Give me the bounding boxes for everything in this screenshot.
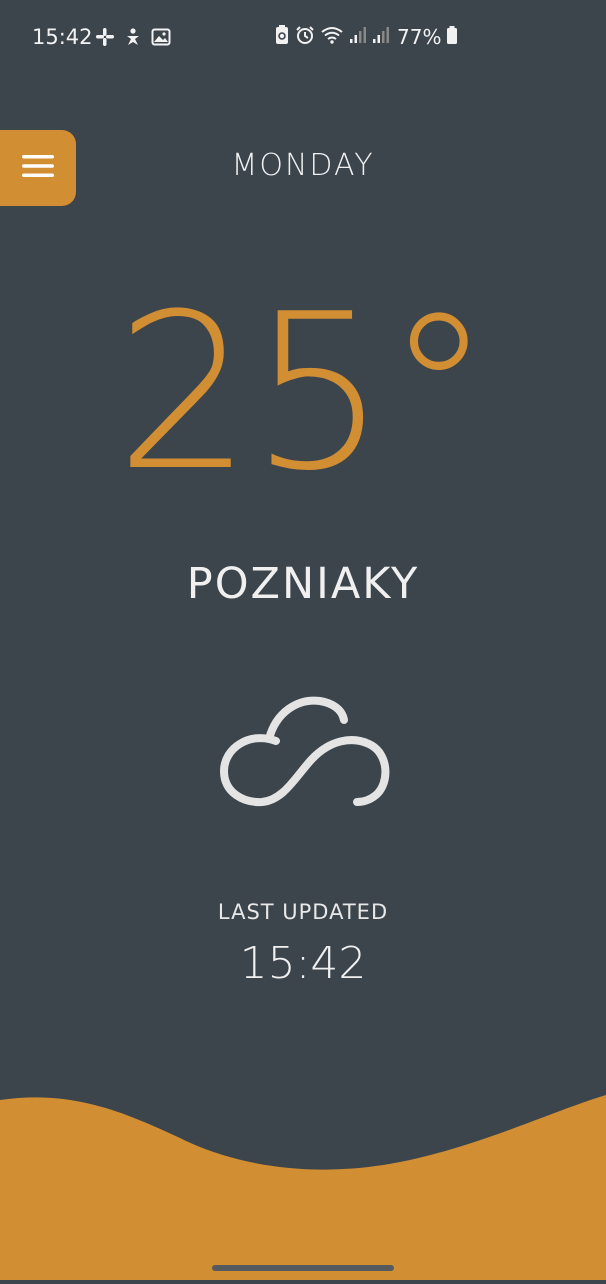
status-right-icons: 77%: [274, 24, 458, 50]
battery-icon: [446, 25, 458, 49]
status-bar: 15:42 77%: [0, 0, 606, 72]
alarm-icon: [295, 25, 315, 49]
battery-saver-icon: [274, 24, 290, 50]
signal-icon: [349, 25, 367, 49]
signal-icon: [372, 25, 390, 49]
cloud-icon: [214, 690, 394, 815]
slack-icon: [95, 27, 115, 51]
accessibility-icon: [123, 27, 143, 51]
battery-percent: 77%: [397, 25, 442, 49]
status-time: 15:42: [32, 25, 93, 49]
image-icon: [151, 27, 171, 51]
last-updated-time: 15:42: [239, 938, 367, 989]
temperature: 25°: [115, 267, 492, 518]
location-name: POZNIAKY: [186, 559, 420, 609]
home-indicator[interactable]: [212, 1265, 394, 1271]
last-updated-label: LAST UPDATED: [217, 900, 389, 924]
status-left-icons: [95, 27, 171, 51]
decorative-wave: [0, 1090, 606, 1280]
day-label: MONDAY: [231, 148, 375, 183]
wifi-icon: [320, 25, 344, 49]
